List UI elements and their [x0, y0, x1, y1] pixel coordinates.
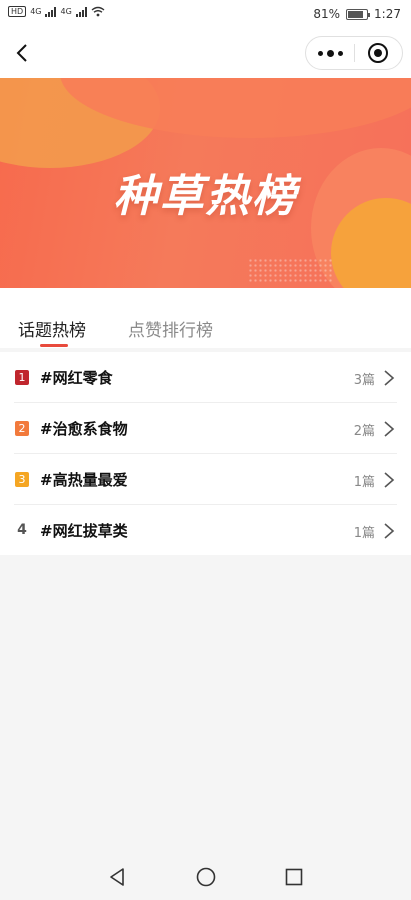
rank-number: 4	[17, 522, 27, 538]
list-item[interactable]: 3 #高热量最爱 1篇	[0, 454, 411, 505]
tab-bar: 话题热榜 点赞排行榜	[0, 288, 411, 348]
status-bar: HD 4G 4G 81% 1:27	[0, 0, 411, 30]
home-circle-icon[interactable]	[195, 866, 217, 888]
more-dots-icon	[317, 50, 323, 56]
tab-topic-ranking[interactable]: 话题热榜	[18, 316, 86, 341]
hd-badge: HD	[8, 6, 27, 17]
topic-title: #网红零食	[40, 369, 113, 387]
status-left: HD 4G 4G	[8, 6, 105, 17]
post-count: 3篇	[353, 373, 375, 388]
battery-percent: 81%	[313, 7, 341, 21]
signal-icon	[45, 6, 57, 17]
more-dots-icon	[337, 50, 343, 56]
recents-square-icon[interactable]	[283, 866, 305, 888]
target-icon	[368, 43, 389, 63]
chevron-left-icon	[16, 44, 27, 62]
wifi-icon	[91, 6, 105, 17]
topic-title: #治愈系食物	[40, 420, 128, 438]
post-count: 2篇	[353, 424, 375, 439]
back-triangle-icon[interactable]	[106, 866, 128, 888]
chevron-right-icon	[384, 472, 395, 488]
rank-badge: 2	[15, 421, 29, 436]
network-label-1: 4G	[30, 7, 42, 16]
chevron-right-icon	[384, 523, 395, 539]
network-label-2: 4G	[60, 7, 72, 16]
more-dots-icon	[326, 49, 334, 57]
status-right: 81% 1:27	[313, 7, 401, 21]
back-button[interactable]	[12, 40, 32, 66]
tab-active-indicator	[40, 344, 68, 347]
tab-likes-ranking[interactable]: 点赞排行榜	[128, 316, 213, 341]
list-item[interactable]: 4 #网红拔草类 1篇	[0, 505, 411, 556]
chevron-right-icon	[384, 421, 395, 437]
list-item[interactable]: 1 #网红零食 3篇	[0, 352, 411, 403]
banner-title: 种草热榜	[113, 171, 298, 222]
more-button[interactable]	[306, 37, 354, 69]
nav-header	[0, 30, 411, 78]
post-count: 1篇	[353, 526, 375, 541]
battery-icon	[346, 8, 371, 20]
close-button[interactable]	[355, 37, 402, 69]
signal-icon	[75, 6, 87, 17]
mini-program-capsule	[305, 36, 403, 70]
rank-badge: 1	[15, 370, 29, 385]
topic-list: 1 #网红零食 3篇 2 #治愈系食物 2篇 3 #高热量最爱 1篇 4 #网红…	[0, 352, 411, 555]
clock: 1:27	[374, 7, 401, 21]
topic-title: #高热量最爱	[40, 471, 128, 489]
banner-dot-pattern	[248, 258, 334, 284]
rank-badge: 3	[15, 472, 29, 487]
system-nav-bar	[0, 852, 411, 900]
hero-banner: 种草热榜	[0, 78, 411, 288]
post-count: 1篇	[353, 475, 375, 490]
list-item[interactable]: 2 #治愈系食物 2篇	[0, 403, 411, 454]
chevron-right-icon	[384, 370, 395, 386]
topic-title: #网红拔草类	[40, 522, 128, 540]
